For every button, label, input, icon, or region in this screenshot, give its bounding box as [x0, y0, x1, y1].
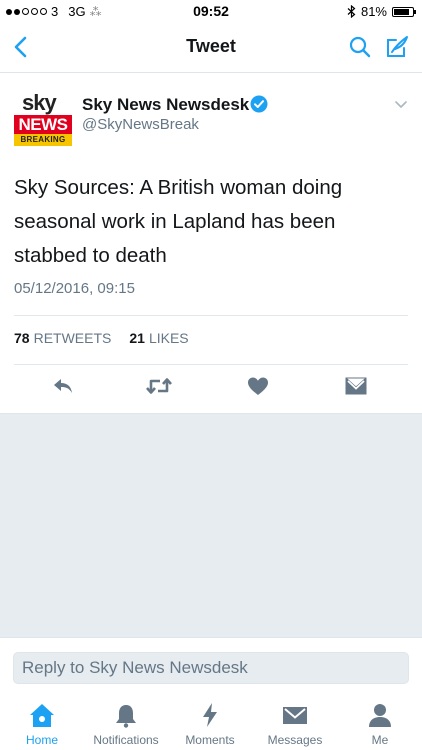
- search-button[interactable]: [348, 35, 372, 59]
- author-name[interactable]: Sky News Newsdesk: [82, 95, 249, 115]
- chevron-down-icon[interactable]: [394, 97, 408, 111]
- bluetooth-icon: [347, 5, 356, 18]
- person-icon: [369, 704, 391, 727]
- like-button[interactable]: [244, 373, 272, 399]
- avatar-logo-news: NEWS: [14, 115, 72, 134]
- dm-envelope-icon: [345, 377, 367, 395]
- status-right: 81%: [347, 4, 416, 19]
- tab-messages[interactable]: Messages: [253, 692, 337, 750]
- bell-icon: [116, 705, 136, 728]
- tweet-detail: sky NEWS BREAKING Sky News Newsdesk @Sky…: [0, 73, 422, 414]
- like-label[interactable]: LIKES: [149, 330, 189, 346]
- search-icon: [349, 36, 371, 58]
- tweet-actions: [0, 373, 422, 403]
- reply-icon: [54, 379, 72, 393]
- battery-icon: [392, 6, 416, 17]
- tab-moments-label: Moments: [185, 733, 235, 747]
- tab-messages-label: Messages: [267, 733, 323, 747]
- avatar-logo-breaking: BREAKING: [14, 134, 72, 146]
- compose-tweet-button[interactable]: [384, 34, 410, 60]
- tab-bar: Home Notifications Moments Messages Me: [0, 692, 422, 750]
- reply-bar: Reply to Sky News Newsdesk: [0, 637, 422, 693]
- retweet-label[interactable]: RETWEETS: [34, 330, 112, 346]
- battery-percent: 81%: [360, 4, 387, 19]
- direct-message-button[interactable]: [342, 373, 370, 399]
- tab-notifications[interactable]: Notifications: [84, 692, 168, 750]
- tab-notifications-label: Notifications: [93, 733, 159, 747]
- tweet-timestamp: 05/12/2016, 09:15: [14, 280, 135, 297]
- tab-me-label: Me: [371, 733, 389, 747]
- verified-badge-icon: [250, 95, 268, 113]
- tab-home-label: Home: [25, 733, 58, 747]
- author-handle[interactable]: @SkyNewsBreak: [82, 116, 199, 133]
- tweet-stats: 78 RETWEETS 21 LIKES: [14, 330, 189, 346]
- retweet-count[interactable]: 78: [14, 330, 30, 346]
- avatar-logo-sky: sky: [22, 90, 57, 115]
- compose-feather-icon: [387, 36, 408, 57]
- home-icon: [30, 704, 54, 727]
- tweet-text: Sky Sources: A British woman doing seaso…: [14, 176, 343, 267]
- heart-icon: [248, 377, 268, 395]
- reply-input[interactable]: Reply to Sky News Newsdesk: [13, 652, 409, 684]
- like-count[interactable]: 21: [129, 330, 145, 346]
- retweet-button[interactable]: [145, 373, 173, 399]
- retweet-icon: [146, 378, 172, 394]
- lightning-icon: [203, 703, 217, 727]
- tab-me[interactable]: Me: [338, 692, 422, 750]
- divider: [14, 364, 408, 365]
- avatar[interactable]: sky NEWS BREAKING: [14, 90, 72, 149]
- envelope-icon: [283, 707, 307, 724]
- divider: [14, 315, 408, 316]
- tab-moments[interactable]: Moments: [168, 692, 252, 750]
- status-bar: 3 3G ⁂ 09:52 81%: [0, 0, 422, 22]
- reply-button[interactable]: [49, 373, 77, 399]
- nav-bar: Tweet: [0, 22, 422, 73]
- tab-home[interactable]: Home: [0, 692, 84, 750]
